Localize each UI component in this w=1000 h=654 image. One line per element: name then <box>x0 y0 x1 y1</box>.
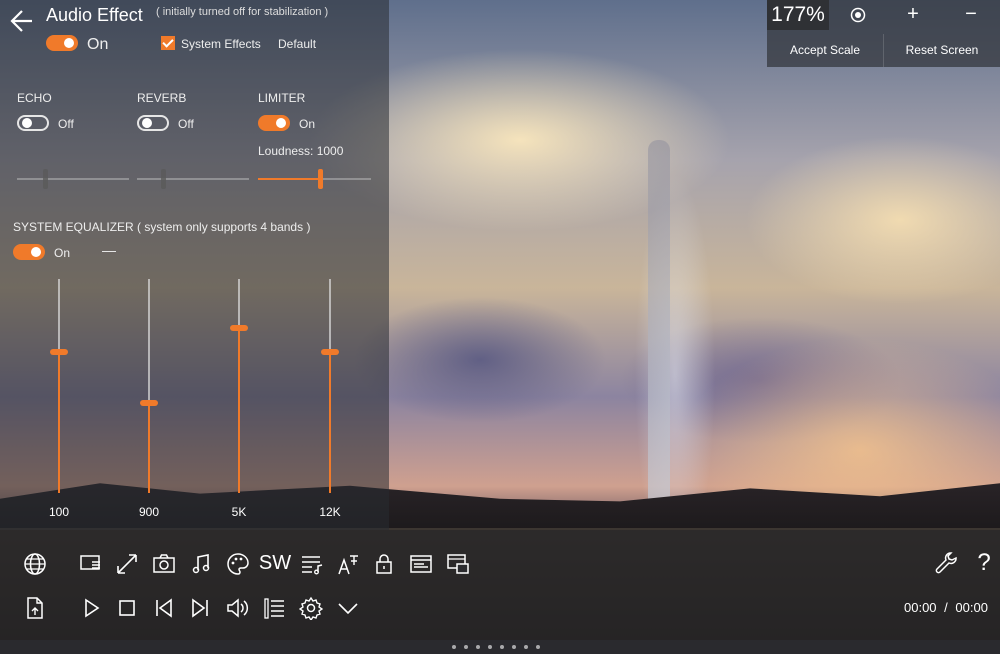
lock-icon[interactable] <box>370 550 398 578</box>
help-button[interactable]: ? <box>970 549 998 577</box>
page-indicator <box>452 636 548 649</box>
master-toggle-label: On <box>87 36 109 53</box>
eq-band-label: 12K <box>319 505 341 519</box>
echo-state: Off <box>58 117 74 131</box>
music-note-icon[interactable] <box>188 550 216 578</box>
play-icon[interactable] <box>77 594 105 622</box>
open-file-icon[interactable] <box>21 594 49 622</box>
chevron-down-icon[interactable] <box>334 594 362 622</box>
zoom-panel: 177% + − Accept Scale Reset Screen <box>767 0 1000 67</box>
text-style-icon[interactable] <box>334 550 362 578</box>
playlist-icon[interactable] <box>298 550 326 578</box>
back-arrow-icon[interactable] <box>8 6 34 36</box>
eq-band-fill <box>329 351 331 493</box>
stop-icon[interactable] <box>113 594 141 622</box>
eq-band-fill <box>58 351 60 493</box>
screen-list-icon[interactable] <box>77 550 105 578</box>
zoom-center-button[interactable] <box>829 0 887 30</box>
equalizer-title: SYSTEM EQUALIZER ( system only supports … <box>13 220 311 234</box>
eq-band-label: 100 <box>48 505 70 519</box>
target-icon <box>850 7 866 23</box>
limiter-state: On <box>299 117 316 131</box>
eq-band-slider-100[interactable] <box>50 279 68 493</box>
eq-band-slider-12k[interactable] <box>321 279 339 493</box>
limiter-toggle[interactable] <box>258 115 290 131</box>
eq-band-thumb[interactable] <box>140 400 158 407</box>
fullscreen-arrow-icon[interactable] <box>113 550 141 578</box>
pip-window-icon[interactable] <box>444 550 472 578</box>
eq-band-slider-5k[interactable] <box>230 279 248 493</box>
eq-band-fill <box>238 328 240 493</box>
echo-slider[interactable] <box>17 169 129 189</box>
system-effects-checkbox[interactable] <box>161 36 175 50</box>
loudness-slider-thumb[interactable] <box>318 169 324 189</box>
system-effects-label: System Effects <box>181 37 261 51</box>
reverb-slider[interactable] <box>137 169 249 189</box>
equalizer-toggle[interactable] <box>13 244 45 260</box>
zoom-level: 177% <box>767 0 829 30</box>
volume-icon[interactable] <box>223 594 251 622</box>
next-icon[interactable] <box>186 594 214 622</box>
bottom-toolbar <box>0 530 1000 640</box>
subtitle-sw-button[interactable]: SW <box>258 549 292 577</box>
default-button[interactable]: Default <box>278 37 316 51</box>
reverb-toggle[interactable] <box>137 115 169 131</box>
panel-title: Audio Effect <box>46 5 143 25</box>
limiter-label: LIMITER <box>258 91 306 105</box>
zoom-in-button[interactable]: + <box>884 0 942 30</box>
camera-icon[interactable] <box>150 550 178 578</box>
eq-band-fill <box>148 403 150 493</box>
reset-screen-button[interactable]: Reset Screen <box>884 34 1000 67</box>
loudness-slider-fill <box>258 178 321 180</box>
audio-effect-panel: Audio Effect ( initially turned off for … <box>0 0 389 530</box>
panel-subtitle: ( initially turned off for stabilization… <box>156 6 329 18</box>
accept-scale-button[interactable]: Accept Scale <box>767 34 884 67</box>
echo-toggle[interactable] <box>17 115 49 131</box>
wrench-icon[interactable] <box>933 550 961 578</box>
equalizer-state: On <box>54 246 71 260</box>
eq-band-label: 5K <box>231 505 247 519</box>
eq-band-label: 900 <box>138 505 160 519</box>
globe-icon[interactable] <box>21 550 49 578</box>
echo-slider-thumb[interactable] <box>43 169 48 189</box>
palette-icon[interactable] <box>224 550 252 578</box>
eq-band-thumb[interactable] <box>50 348 68 355</box>
current-time: 00:00 <box>904 600 937 615</box>
loudness-label: Loudness: 1000 <box>258 144 344 158</box>
list-icon[interactable] <box>260 594 288 622</box>
time-separator: / <box>944 600 948 615</box>
loudness-slider[interactable] <box>258 169 371 189</box>
eq-band-slider-900[interactable] <box>140 279 158 493</box>
echo-label: ECHO <box>17 91 52 105</box>
time-display: 00:00 / 00:00 <box>904 600 988 615</box>
reverb-slider-thumb[interactable] <box>161 169 166 189</box>
gear-icon[interactable] <box>297 594 325 622</box>
eq-band-thumb[interactable] <box>321 348 339 355</box>
total-time: 00:00 <box>955 600 988 615</box>
reverb-state: Off <box>178 117 194 131</box>
fountain-image <box>610 140 740 530</box>
equalizer-collapse-button[interactable]: — <box>102 242 116 258</box>
reverb-label: REVERB <box>137 91 187 105</box>
previous-icon[interactable] <box>150 594 178 622</box>
window-icon[interactable] <box>407 550 435 578</box>
zoom-out-button[interactable]: − <box>942 0 1000 30</box>
master-toggle[interactable] <box>46 35 78 51</box>
eq-band-thumb[interactable] <box>230 325 248 332</box>
